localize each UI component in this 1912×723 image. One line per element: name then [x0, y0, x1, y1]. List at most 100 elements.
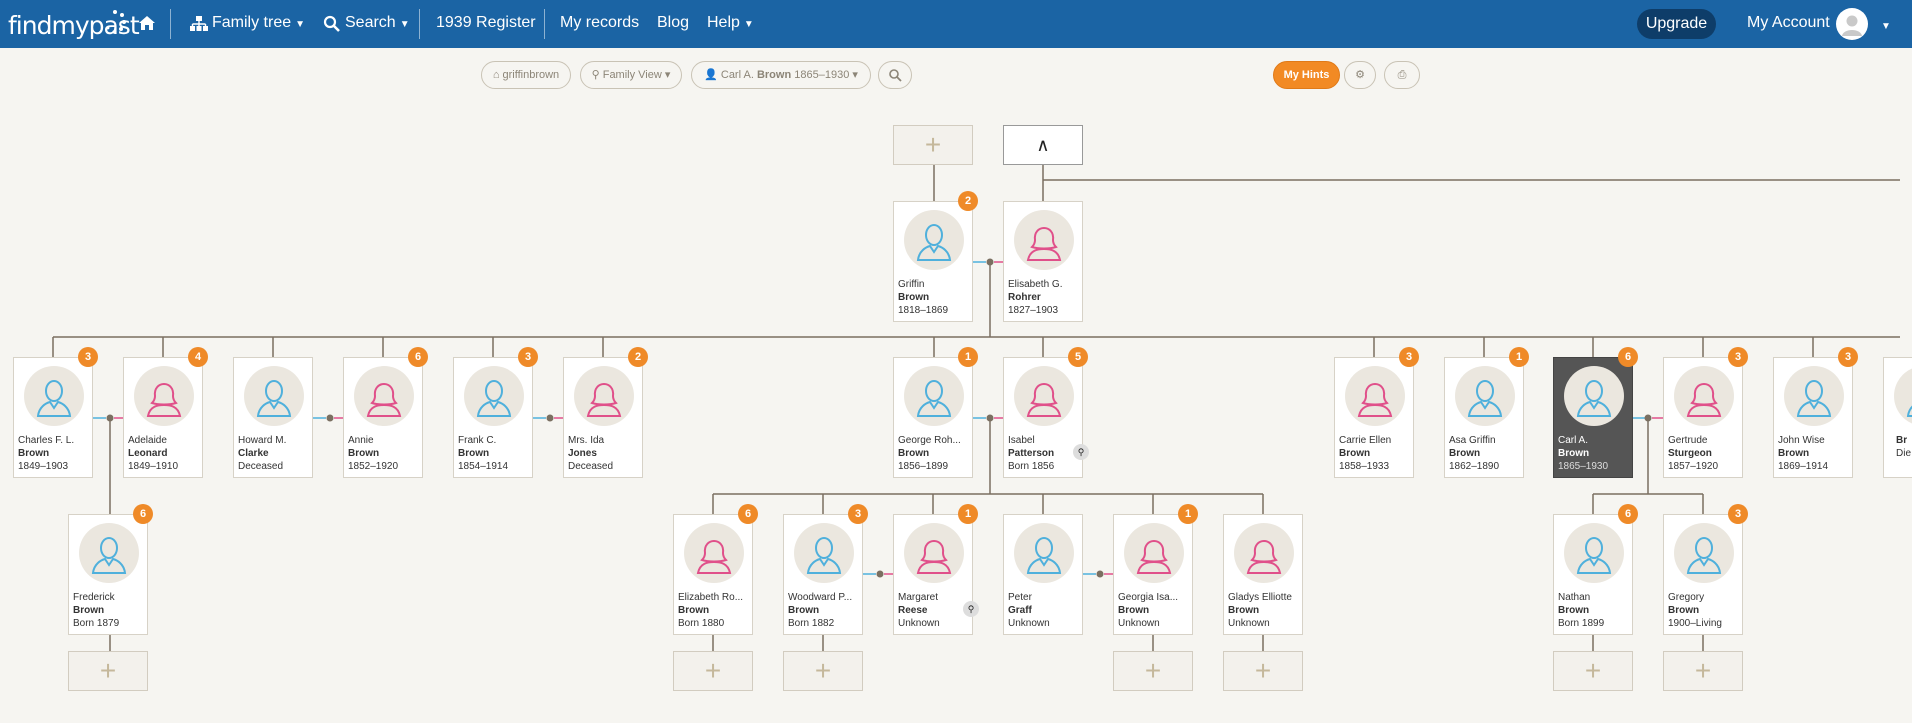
male-silhouette-icon: [1467, 380, 1503, 417]
person-first-name: Gertrude: [1668, 435, 1708, 446]
person-card[interactable]: Charles F. L. Brown 1849–1903: [13, 357, 93, 478]
person-first-name: Annie: [348, 435, 374, 446]
family-tree-icon[interactable]: ⚲: [1073, 444, 1089, 460]
person-avatar: [244, 366, 304, 426]
male-silhouette-icon: [476, 380, 512, 417]
person-card[interactable]: Gladys Elliotte Brown Unknown: [1223, 514, 1303, 635]
hint-count-badge[interactable]: 1: [958, 347, 978, 367]
hint-count-badge[interactable]: 6: [738, 504, 758, 524]
person-surname: Brown: [73, 605, 105, 616]
person-card[interactable]: Mrs. Ida Jones Deceased: [563, 357, 643, 478]
hint-count-badge[interactable]: 5: [1068, 347, 1088, 367]
person-card[interactable]: Gertrude Sturgeon 1857–1920: [1663, 357, 1743, 478]
person-first-name: Isabel: [1008, 435, 1035, 446]
person-surname: Jones: [568, 448, 597, 459]
person-surname: Clarke: [238, 448, 269, 459]
hint-count-badge[interactable]: 1: [1509, 347, 1529, 367]
person-card[interactable]: Margaret Reese Unknown: [893, 514, 973, 635]
hint-count-badge[interactable]: 3: [848, 504, 868, 524]
hint-count-badge[interactable]: 3: [1838, 347, 1858, 367]
person-card-selected[interactable]: Carl A. Brown 1865–1930: [1553, 357, 1633, 478]
person-first-name: Elizabeth Ro...: [678, 592, 744, 603]
person-card[interactable]: Elisabeth G. Rohrer 1827–1903: [1003, 201, 1083, 322]
add-child-button[interactable]: +: [1553, 651, 1633, 691]
hint-count-badge[interactable]: 3: [1728, 347, 1748, 367]
person-card[interactable]: Elizabeth Ro... Brown Born 1880: [673, 514, 753, 635]
person-card[interactable]: Isabel Patterson Born 1856: [1003, 357, 1083, 478]
person-card[interactable]: Howard M. Clarke Deceased: [233, 357, 313, 478]
family-tree-icon[interactable]: ⚲: [963, 601, 979, 617]
person-card[interactable]: Asa Griffin Brown 1862–1890: [1444, 357, 1524, 478]
person-card[interactable]: Adelaide Leonard 1849–1910: [123, 357, 203, 478]
person-card[interactable]: Georgia Isa... Brown Unknown: [1113, 514, 1193, 635]
person-card[interactable]: Peter Graff Unknown: [1003, 514, 1083, 635]
person-dates: 1827–1903: [1008, 305, 1059, 316]
person-avatar: [904, 210, 964, 270]
person-first-name: Carl A.: [1558, 435, 1589, 446]
hint-count-badge[interactable]: 1: [1178, 504, 1198, 524]
add-child-button[interactable]: +: [1223, 651, 1303, 691]
person-first-name: Georgia Isa...: [1118, 592, 1179, 603]
add-child-button[interactable]: +: [1113, 651, 1193, 691]
add-child-button[interactable]: +: [783, 651, 863, 691]
person-dates: Deceased: [238, 461, 284, 472]
person-card-partial[interactable]: Br Die: [1883, 357, 1912, 478]
hint-count-badge[interactable]: 3: [78, 347, 98, 367]
add-child-button[interactable]: +: [1663, 651, 1743, 691]
person-avatar: [684, 523, 744, 583]
hint-count-badge[interactable]: 4: [188, 347, 208, 367]
person-card[interactable]: Nathan Brown Born 1899: [1553, 514, 1633, 635]
person-dates: 1865–1930: [1558, 461, 1609, 472]
add-child-button[interactable]: +: [68, 651, 148, 691]
hint-count-badge[interactable]: 6: [1618, 504, 1638, 524]
person-card[interactable]: Carrie Ellen Brown 1858–1933: [1334, 357, 1414, 478]
person-dates: 1857–1920: [1668, 461, 1719, 472]
person-avatar: [464, 366, 524, 426]
hint-count-badge[interactable]: 6: [1618, 347, 1638, 367]
female-silhouette-icon: [1686, 383, 1722, 417]
person-surname: Sturgeon: [1668, 448, 1712, 459]
person-first-name: Peter: [1008, 592, 1032, 603]
person-surname: Brown: [1118, 605, 1150, 616]
person-card[interactable]: Frederick Brown Born 1879: [68, 514, 148, 635]
hint-count-badge[interactable]: 1: [958, 504, 978, 524]
person-dates: 1852–1920: [348, 461, 399, 472]
hint-count-badge[interactable]: 2: [958, 191, 978, 211]
hint-count-badge[interactable]: 3: [1728, 504, 1748, 524]
male-silhouette-icon: [1796, 380, 1832, 417]
person-first-name: Gladys Elliotte: [1228, 592, 1292, 603]
person-dates: 1862–1890: [1449, 461, 1500, 472]
person-card[interactable]: Annie Brown 1852–1920: [343, 357, 423, 478]
person-card[interactable]: John Wise Brown 1869–1914: [1773, 357, 1853, 478]
hint-count-badge[interactable]: 6: [408, 347, 428, 367]
hint-count-badge[interactable]: 3: [518, 347, 538, 367]
person-avatar: [1784, 366, 1844, 426]
person-card[interactable]: George Roh... Brown 1856–1899: [893, 357, 973, 478]
person-card[interactable]: Gregory Brown 1900–Living: [1663, 514, 1743, 635]
female-silhouette-icon: [146, 383, 182, 417]
hint-count-badge[interactable]: 6: [133, 504, 153, 524]
person-dates: 1858–1933: [1339, 461, 1390, 472]
person-dates: 1869–1914: [1778, 461, 1829, 472]
person-avatar: [1674, 366, 1734, 426]
expand-up-button[interactable]: ∧: [1003, 125, 1083, 165]
person-avatar: [1345, 366, 1405, 426]
person-dates: Deceased: [568, 461, 614, 472]
add-parent-button[interactable]: +: [893, 125, 973, 165]
person-dates: 1856–1899: [898, 461, 949, 472]
add-child-button[interactable]: +: [673, 651, 753, 691]
person-avatar: [904, 523, 964, 583]
male-silhouette-icon: [916, 380, 952, 417]
person-card[interactable]: Frank C. Brown 1854–1914: [453, 357, 533, 478]
person-dates: Unknown: [1008, 618, 1050, 629]
person-avatar: [574, 366, 634, 426]
person-card[interactable]: Griffin Brown 1818–1869: [893, 201, 973, 322]
male-silhouette-icon: [91, 537, 127, 574]
hint-count-badge[interactable]: 2: [628, 347, 648, 367]
female-silhouette-icon: [586, 383, 622, 417]
person-surname: Brown: [1558, 605, 1590, 616]
hint-count-badge[interactable]: 3: [1399, 347, 1419, 367]
female-silhouette-icon: [366, 383, 402, 417]
male-silhouette-icon: [1686, 537, 1722, 574]
person-card[interactable]: Woodward P... Brown Born 1882: [783, 514, 863, 635]
